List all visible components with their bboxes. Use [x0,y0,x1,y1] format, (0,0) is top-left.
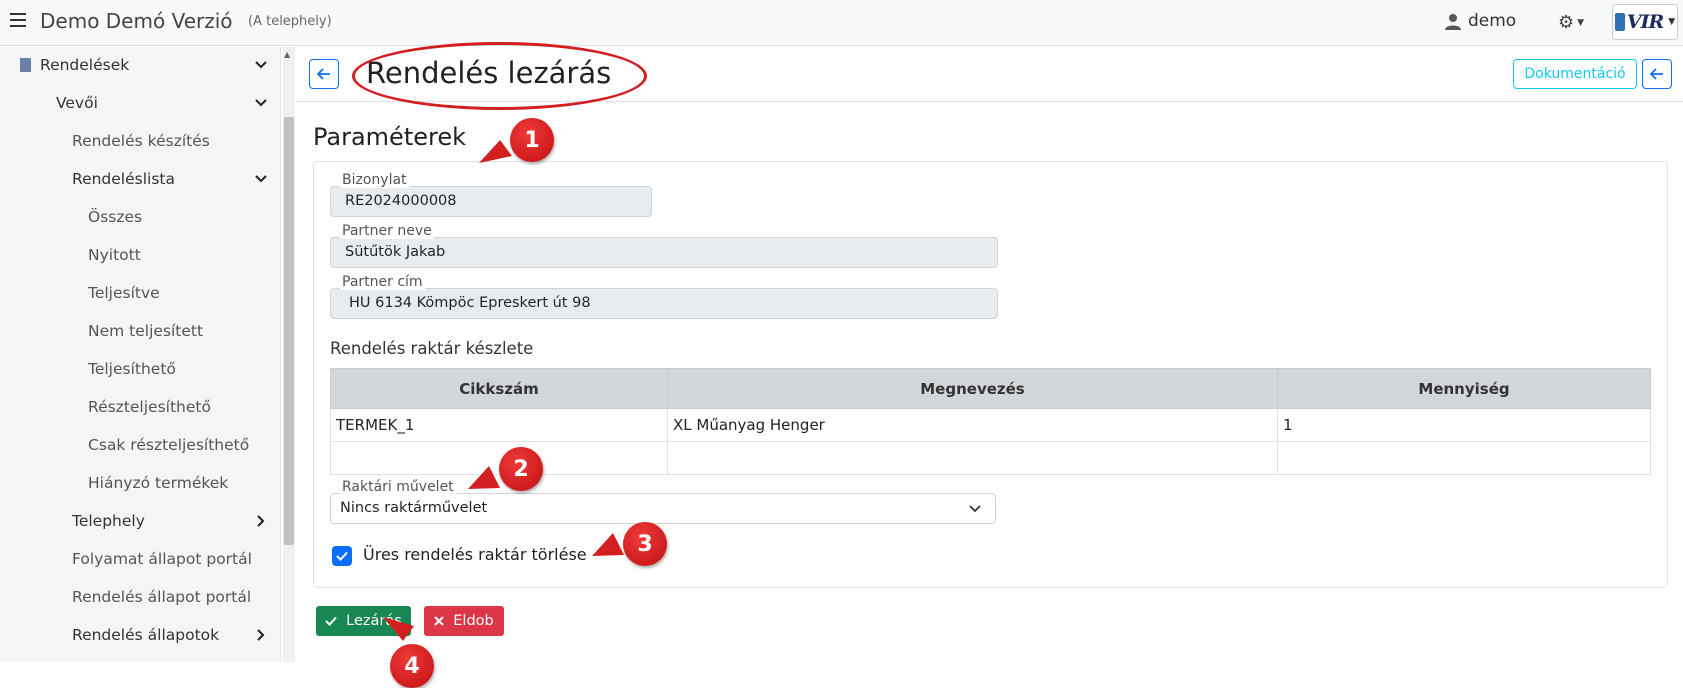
user-icon [1445,13,1461,30]
sidebar-item-label: Rendeléslista [72,170,175,188]
table-row[interactable]: TERMEK_1 XL Műanyag Henger 1 [330,408,1651,442]
documentation-button[interactable]: Dokumentáció [1513,59,1637,89]
gear-icon: ⚙ [1558,12,1575,33]
sidebar-item-label: Rendelés készítés [72,132,210,150]
check-icon [325,616,337,626]
table-cell: TERMEK_1 [330,408,668,442]
sidebar-item-label: Összes [88,208,143,226]
select-value: Nincs raktárművelet [340,500,488,516]
annotation-badge: 2 [499,447,543,491]
table-cell: 1 [1277,408,1651,442]
sidebar-item-rendeleslista[interactable]: Rendeléslista [0,161,280,199]
sidebar-item-label: Teljesítve [88,284,160,302]
chevron-down-icon [255,61,267,69]
chevron-right-icon [257,629,265,641]
sidebar-item-nem-teljesitett[interactable]: Nem teljesített [0,313,280,351]
check-icon [336,551,348,561]
sidebar-item-telephely[interactable]: Telephely [0,503,280,541]
sidebar-item-label: Rendelés állapotok [72,626,220,644]
partner-name-field[interactable]: Sütűtök Jakab [330,237,998,268]
caret-down-icon: ▼ [1577,18,1585,28]
table-cell [1277,441,1651,475]
sidebar-item-label: Rendelések [40,56,130,74]
caret-down-icon: ▼ [1668,17,1676,27]
partner-name-label: Partner neve [340,223,434,239]
annotation-badge: 3 [623,522,667,566]
app-title: Demo Demó Verzió [40,9,233,33]
sidebar-item-reszteljesitheto[interactable]: Részteljesíthető [0,389,280,427]
bizonylat-field[interactable]: RE2024000008 [330,186,652,217]
sidebar-item-hianyzo-termekek[interactable]: Hiányzó termékek [0,465,280,503]
sidebar-item-nyitott[interactable]: Nyitott [0,237,280,275]
menu-icon[interactable] [10,13,26,27]
sidebar-item-label: Csak részteljesíthető [88,436,250,454]
sidebar-item-rendeles-keszites[interactable]: Rendelés készítés [0,123,280,161]
chevron-right-icon [257,515,265,527]
checkbox-label[interactable]: Üres rendelés raktár törlése [363,545,587,564]
logo-badge-icon [1614,13,1625,31]
top-bar: Demo Demó Verzió (A telephely) demo ⚙ ▼ V… [0,0,1683,46]
warehouse-operation-label: Raktári művelet [340,479,456,495]
table-cell: XL Műanyag Henger [667,408,1278,442]
sidebar-item-label: Telephely [72,512,145,530]
section-title: Paraméterek [313,123,466,151]
settings-menu[interactable]: ⚙ ▼ [1558,12,1584,33]
sidebar-item-teljesitve[interactable]: Teljesítve [0,275,280,313]
chevron-down-icon [969,505,981,513]
close-icon [434,616,444,626]
app-subtitle: (A telephely) [248,14,332,29]
back-button-right[interactable] [1642,59,1672,89]
sidebar-item-label: Részteljesíthető [88,398,211,416]
table-cell [667,441,1278,475]
partner-address-label: Partner cím [340,274,425,290]
sidebar-item-label: Folyamat állapot portál [72,550,252,568]
annotation-badge: 1 [510,118,554,162]
button-label: Lezárás [346,613,402,629]
chevron-down-icon [255,99,267,107]
chevron-down-icon [255,175,267,183]
sidebar-item-csak-reszteljesitheto[interactable]: Csak részteljesíthető [0,427,280,465]
close-order-button[interactable]: Lezárás [316,606,411,636]
sidebar-item-label: Vevői [56,94,98,112]
sidebar-item-label: Hiányzó termékek [88,474,229,492]
sidebar-item-label: Rendelés állapot portál [72,588,252,606]
empty-order-delete-checkbox[interactable] [332,546,352,566]
back-button[interactable] [309,59,339,89]
bizonylat-label: Bizonylat [340,172,409,188]
arrow-left-icon [317,68,330,80]
sidebar-item-label: Nyitott [88,246,141,264]
sidebar-item-teljesitheto[interactable]: Teljesíthető [0,351,280,389]
sidebar-item-label: Nem teljesített [88,322,204,340]
document-icon [20,58,31,72]
column-header-megnevezes[interactable]: Megnevezés [667,368,1278,409]
title-highlight-ellipse [352,42,647,110]
arrow-left-icon [1650,68,1663,80]
sidebar-item-vevoi[interactable]: Vevői [0,85,280,123]
sidebar-item-rendeles-allapotok[interactable]: Rendelés állapotok [0,617,280,655]
sidebar: Rendelések Vevői Rendelés készítés Rende… [0,47,281,662]
user-menu[interactable]: demo [1445,11,1516,31]
button-label: Eldob [453,613,494,629]
sidebar-item-folyamat-allapot-portal[interactable]: Folyamat állapot portál [0,541,280,579]
sidebar-item-label: Teljesíthető [88,360,176,378]
partner-address-field[interactable]: HU 6134 Kömpöc Epreskert út 98 [330,288,998,319]
scroll-up-icon[interactable]: ▲ [284,50,290,59]
logo-menu[interactable]: VIR ▼ [1612,4,1678,40]
column-header-mennyiseg[interactable]: Mennyiség [1277,368,1651,409]
sidebar-item-osszes[interactable]: Összes [0,199,280,237]
warehouse-operation-select[interactable]: Nincs raktárművelet [330,493,996,524]
sidebar-scroll-thumb[interactable] [284,117,294,545]
user-name: demo [1468,11,1517,31]
logo-text: VIR [1626,11,1664,33]
sidebar-item-rendeles-allapot-portal[interactable]: Rendelés állapot portál [0,579,280,617]
stock-title: Rendelés raktár készlete [330,339,534,358]
column-header-cikkszam[interactable]: Cikkszám [330,368,668,409]
sidebar-item-rendelesek[interactable]: Rendelések [0,47,280,85]
discard-button[interactable]: Eldob [424,606,504,636]
annotation-badge: 4 [390,644,434,688]
